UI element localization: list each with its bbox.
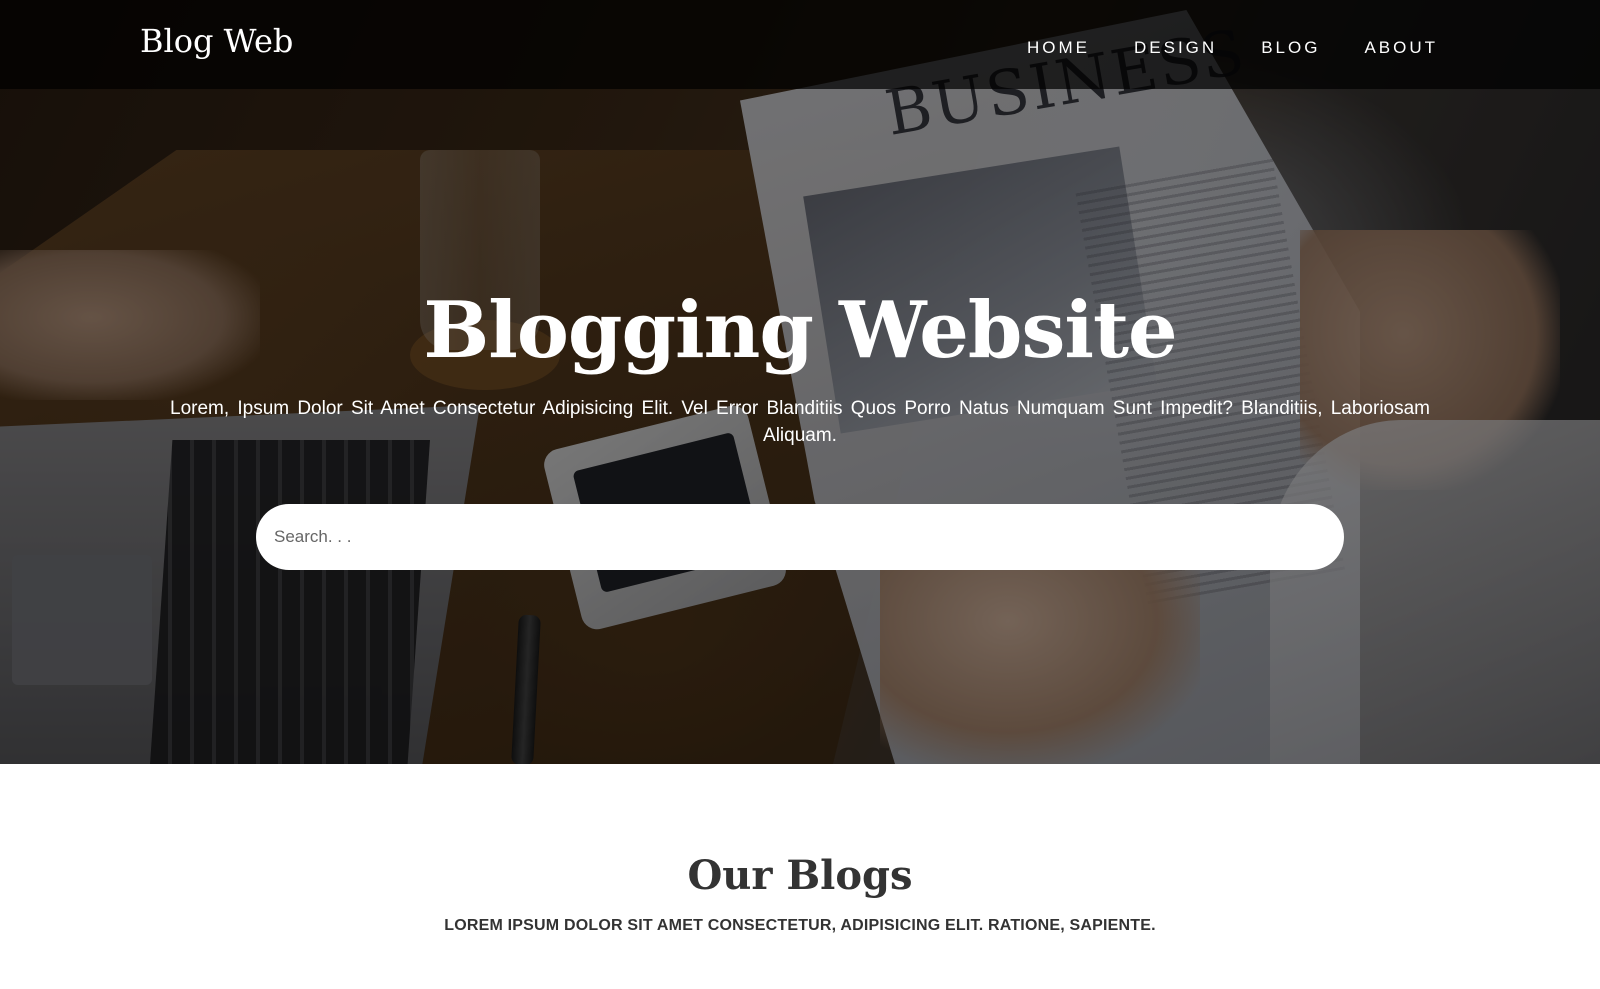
hero-subtitle: Lorem, Ipsum Dolor Sit Amet Consectetur …: [170, 398, 1430, 446]
nav-link-about[interactable]: ABOUT: [1364, 38, 1438, 58]
hero-title: Blogging Website: [423, 285, 1177, 376]
nav-links: HOME DESIGN BLOG ABOUT: [1027, 38, 1438, 58]
nav-link-blog[interactable]: BLOG: [1261, 38, 1320, 58]
hero-overlay: [0, 0, 1600, 764]
blogs-section-title: Our Blogs: [687, 852, 913, 899]
nav-link-home[interactable]: HOME: [1027, 38, 1090, 58]
nav-link-design[interactable]: DESIGN: [1134, 38, 1217, 58]
hero-section: BUSINESS Blog Web HOME DESIGN BLOG ABOUT…: [0, 0, 1600, 764]
search-input[interactable]: [256, 504, 1344, 570]
brand-logo[interactable]: Blog Web: [140, 22, 293, 60]
search-bar: [256, 504, 1344, 570]
blogs-section-subtitle: LOREM IPSUM DOLOR SIT AMET CONSECTETUR, …: [444, 917, 1156, 934]
navbar: Blog Web HOME DESIGN BLOG ABOUT: [0, 0, 1600, 89]
